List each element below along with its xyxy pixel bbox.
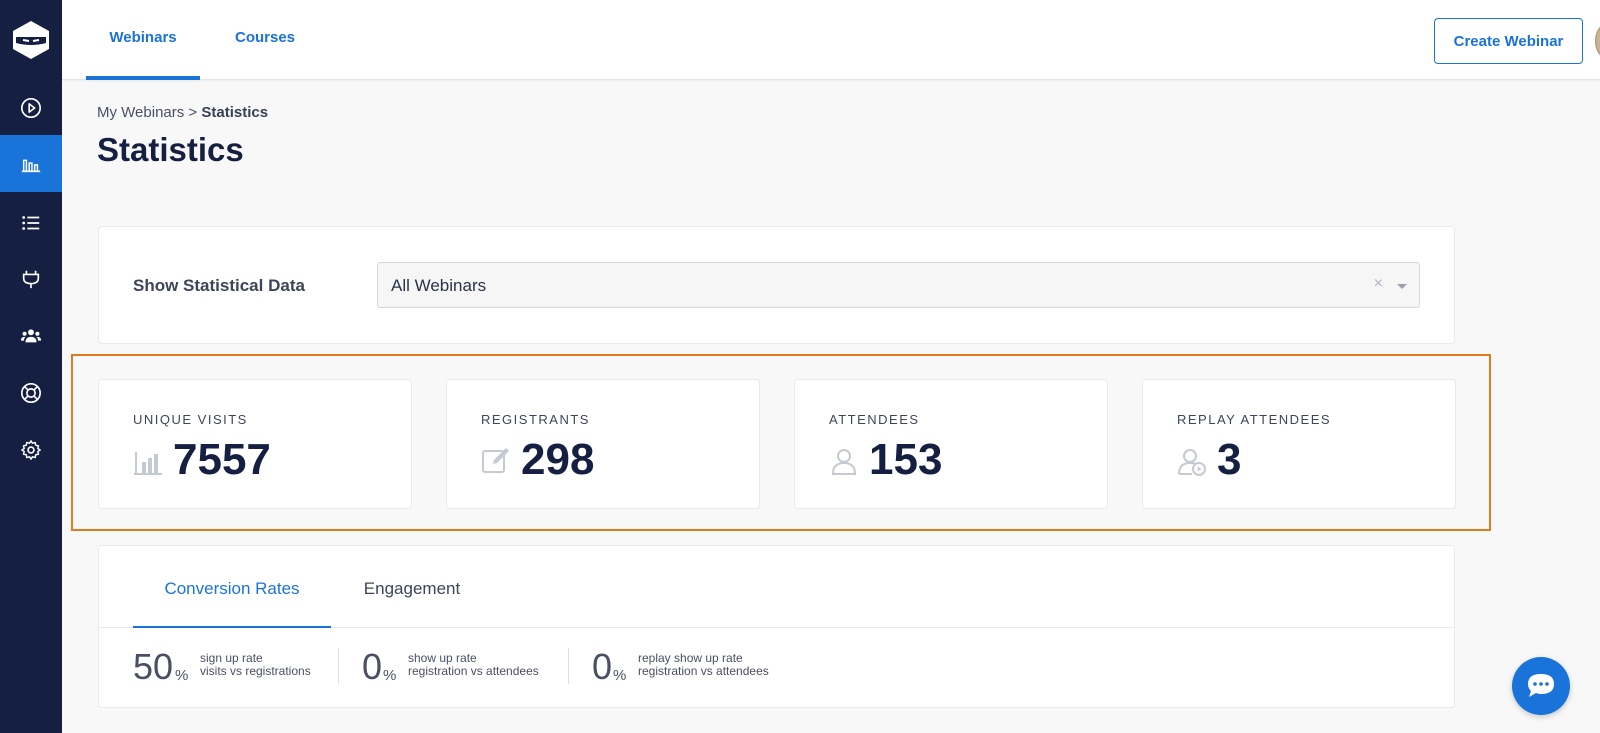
user-replay-icon [1178, 449, 1206, 476]
ninja-logo[interactable] [0, 0, 62, 80]
stat-label: ATTENDEES [829, 412, 920, 427]
rate-sign-up: 50 % sign up rate visits vs registration… [133, 646, 323, 687]
stat-label: REGISTRANTS [481, 412, 590, 427]
avatar[interactable]: P [1595, 18, 1600, 64]
chevron-down-icon[interactable] [1397, 284, 1407, 289]
rate-description: sign up rate visits vs registrations [200, 652, 311, 678]
stat-label: UNIQUE VISITS [133, 412, 248, 427]
nav-settings[interactable] [0, 421, 62, 478]
lifebuoy-icon [21, 382, 41, 403]
chat-button[interactable] [1512, 657, 1570, 715]
rate-value: 0 [362, 646, 383, 687]
breadcrumb-separator: > [188, 104, 198, 121]
gear-icon [21, 439, 41, 460]
rate-line2: visits vs registrations [200, 664, 311, 678]
bar-chart-icon [21, 159, 41, 172]
plug-icon [22, 270, 40, 288]
nav-list[interactable] [0, 194, 62, 251]
nav-integrations[interactable] [0, 250, 62, 307]
play-circle-icon [21, 97, 41, 118]
rate-value: 0 [592, 646, 613, 687]
stat-card-unique-visits: UNIQUE VISITS 7557 [98, 379, 412, 509]
nav-statistics[interactable] [0, 135, 62, 192]
rate-replay-show-up: 0 % replay show up rate registration vs … [592, 646, 792, 687]
tab-courses[interactable]: Courses [218, 0, 312, 80]
chat-bubble-icon [1528, 674, 1554, 697]
rate-unit: % [613, 667, 627, 684]
webinar-select[interactable]: All Webinars × [377, 262, 1420, 308]
rate-unit: % [383, 667, 397, 684]
stat-value: 3 [1217, 435, 1242, 484]
nav-webinars[interactable] [0, 79, 62, 136]
rate-line2: registration vs attendees [408, 664, 539, 678]
divider [338, 648, 339, 684]
stat-card-replay-attendees: REPLAY ATTENDEES 3 [1142, 379, 1456, 509]
page-title: Statistics [97, 131, 244, 168]
top-bar: Webinars Courses Create Webinar P [62, 0, 1600, 80]
bar-chart-icon [134, 452, 162, 475]
conversion-panel: Conversion Rates Engagement 50 % sign up… [98, 545, 1455, 708]
stat-value: 7557 [173, 435, 271, 484]
tab-webinars[interactable]: Webinars [86, 0, 200, 80]
rate-description: show up rate registration vs attendees [408, 652, 539, 678]
breadcrumb-current: Statistics [201, 104, 269, 121]
rate-unit: % [175, 667, 189, 684]
filter-panel: Show Statistical Data All Webinars × [98, 226, 1455, 344]
nav-support[interactable] [0, 364, 62, 421]
conversion-tabs: Conversion Rates Engagement [99, 546, 1454, 628]
stat-value: 298 [521, 435, 595, 484]
user-icon [831, 449, 857, 475]
breadcrumb: My Webinars > Statistics [97, 104, 268, 121]
tab-engagement[interactable]: Engagement [349, 546, 475, 628]
rate-line2: registration vs attendees [638, 664, 769, 678]
stat-card-registrants: REGISTRANTS 298 [446, 379, 760, 509]
nav-team[interactable] [0, 307, 62, 364]
list-icon [22, 215, 40, 230]
stat-value: 153 [869, 435, 943, 484]
rate-show-up: 0 % show up rate registration vs attende… [362, 646, 552, 687]
edit-icon [482, 448, 509, 473]
breadcrumb-parent[interactable]: My Webinars [97, 104, 184, 121]
filter-label: Show Statistical Data [133, 276, 305, 295]
stat-card-attendees: ATTENDEES 153 [794, 379, 1108, 509]
sidebar [0, 0, 62, 733]
tab-conversion-rates[interactable]: Conversion Rates [133, 546, 331, 628]
clear-selection-icon[interactable]: × [1374, 275, 1383, 293]
create-webinar-button[interactable]: Create Webinar [1434, 18, 1583, 64]
webinar-select-value: All Webinars [391, 276, 487, 295]
divider [568, 648, 569, 684]
stat-label: REPLAY ATTENDEES [1177, 412, 1332, 427]
rate-value: 50 [133, 646, 174, 687]
users-icon [20, 328, 42, 342]
ninja-logo-icon [13, 21, 49, 59]
rate-description: replay show up rate registration vs atte… [638, 652, 769, 678]
